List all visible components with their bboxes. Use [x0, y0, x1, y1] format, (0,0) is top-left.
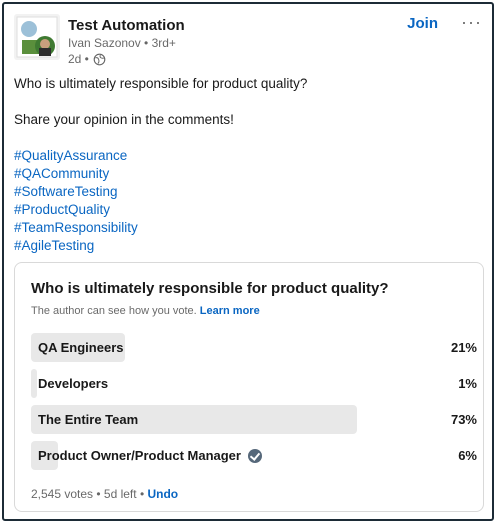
poll-option-label: Developers — [38, 376, 108, 391]
poll-option-percent: 1% — [458, 376, 477, 391]
poll-option-text: The Entire Team — [38, 412, 139, 427]
poll-option[interactable]: Developers 1% — [31, 369, 477, 398]
poll-option[interactable]: The Entire Team 73% — [31, 405, 477, 434]
hashtag-link[interactable]: #QualityAssurance — [14, 147, 482, 165]
post-body: Who is ultimately responsible for produc… — [14, 75, 482, 255]
post-header: Test Automation Ivan Sazonov • 3rd+ 2d •… — [14, 12, 482, 72]
selected-check-icon — [247, 448, 262, 463]
poll-option-percent: 6% — [458, 448, 477, 463]
post-time: 2d • — [68, 52, 106, 66]
poll-note: The author can see how you vote. Learn m… — [31, 305, 260, 317]
undo-vote-button[interactable]: Undo — [147, 487, 178, 501]
join-button[interactable]: Join — [407, 15, 438, 32]
poll-option-text: Developers — [38, 376, 109, 391]
poll-option-label: Product Owner/Product Manager — [38, 448, 262, 463]
poll-note-text: The author can see how you vote. — [31, 305, 197, 317]
more-options-icon[interactable]: ··· — [461, 12, 482, 33]
poll-stats: 2,545 votes • 5d left • — [31, 487, 145, 501]
post-time-label: 2d • — [68, 52, 89, 66]
poll-option-text: Product Owner/Product Manager — [38, 448, 241, 463]
group-logo[interactable] — [14, 14, 60, 60]
hashtag-link[interactable]: #SoftwareTesting — [14, 183, 482, 201]
hashtag-list: #QualityAssurance #QACommunity #Software… — [14, 147, 482, 255]
learn-more-link[interactable]: Learn more — [200, 305, 260, 317]
poll-footer: 2,545 votes • 5d left • Undo — [31, 487, 178, 501]
poll-option-percent: 21% — [450, 340, 477, 355]
poll-option-label: QA Engineers — [38, 340, 123, 355]
poll-option-text: QA Engineers — [38, 340, 124, 355]
globe-icon — [93, 53, 106, 66]
post-card: Test Automation Ivan Sazonov • 3rd+ 2d •… — [2, 2, 494, 521]
post-call-to-action: Share your opinion in the comments! — [14, 112, 234, 127]
author-name[interactable]: Test Automation — [68, 17, 185, 34]
poll: Who is ultimately responsible for produc… — [14, 262, 484, 512]
poll-question: Who is ultimately responsible for produc… — [31, 280, 389, 297]
author-subtitle[interactable]: Ivan Sazonov • 3rd+ — [68, 36, 176, 50]
hashtag-link[interactable]: #QACommunity — [14, 165, 482, 183]
hashtag-link[interactable]: #ProductQuality — [14, 201, 482, 219]
poll-option[interactable]: Product Owner/Product Manager 6% — [31, 441, 477, 470]
poll-option-percent: 73% — [450, 412, 477, 427]
post-question: Who is ultimately responsible for produc… — [14, 76, 308, 91]
poll-option-label: The Entire Team — [38, 412, 138, 427]
hashtag-link[interactable]: #TeamResponsibility — [14, 219, 482, 237]
poll-option[interactable]: QA Engineers 21% — [31, 333, 477, 362]
poll-option-bar — [31, 369, 37, 398]
hashtag-link[interactable]: #AgileTesting — [14, 237, 482, 255]
